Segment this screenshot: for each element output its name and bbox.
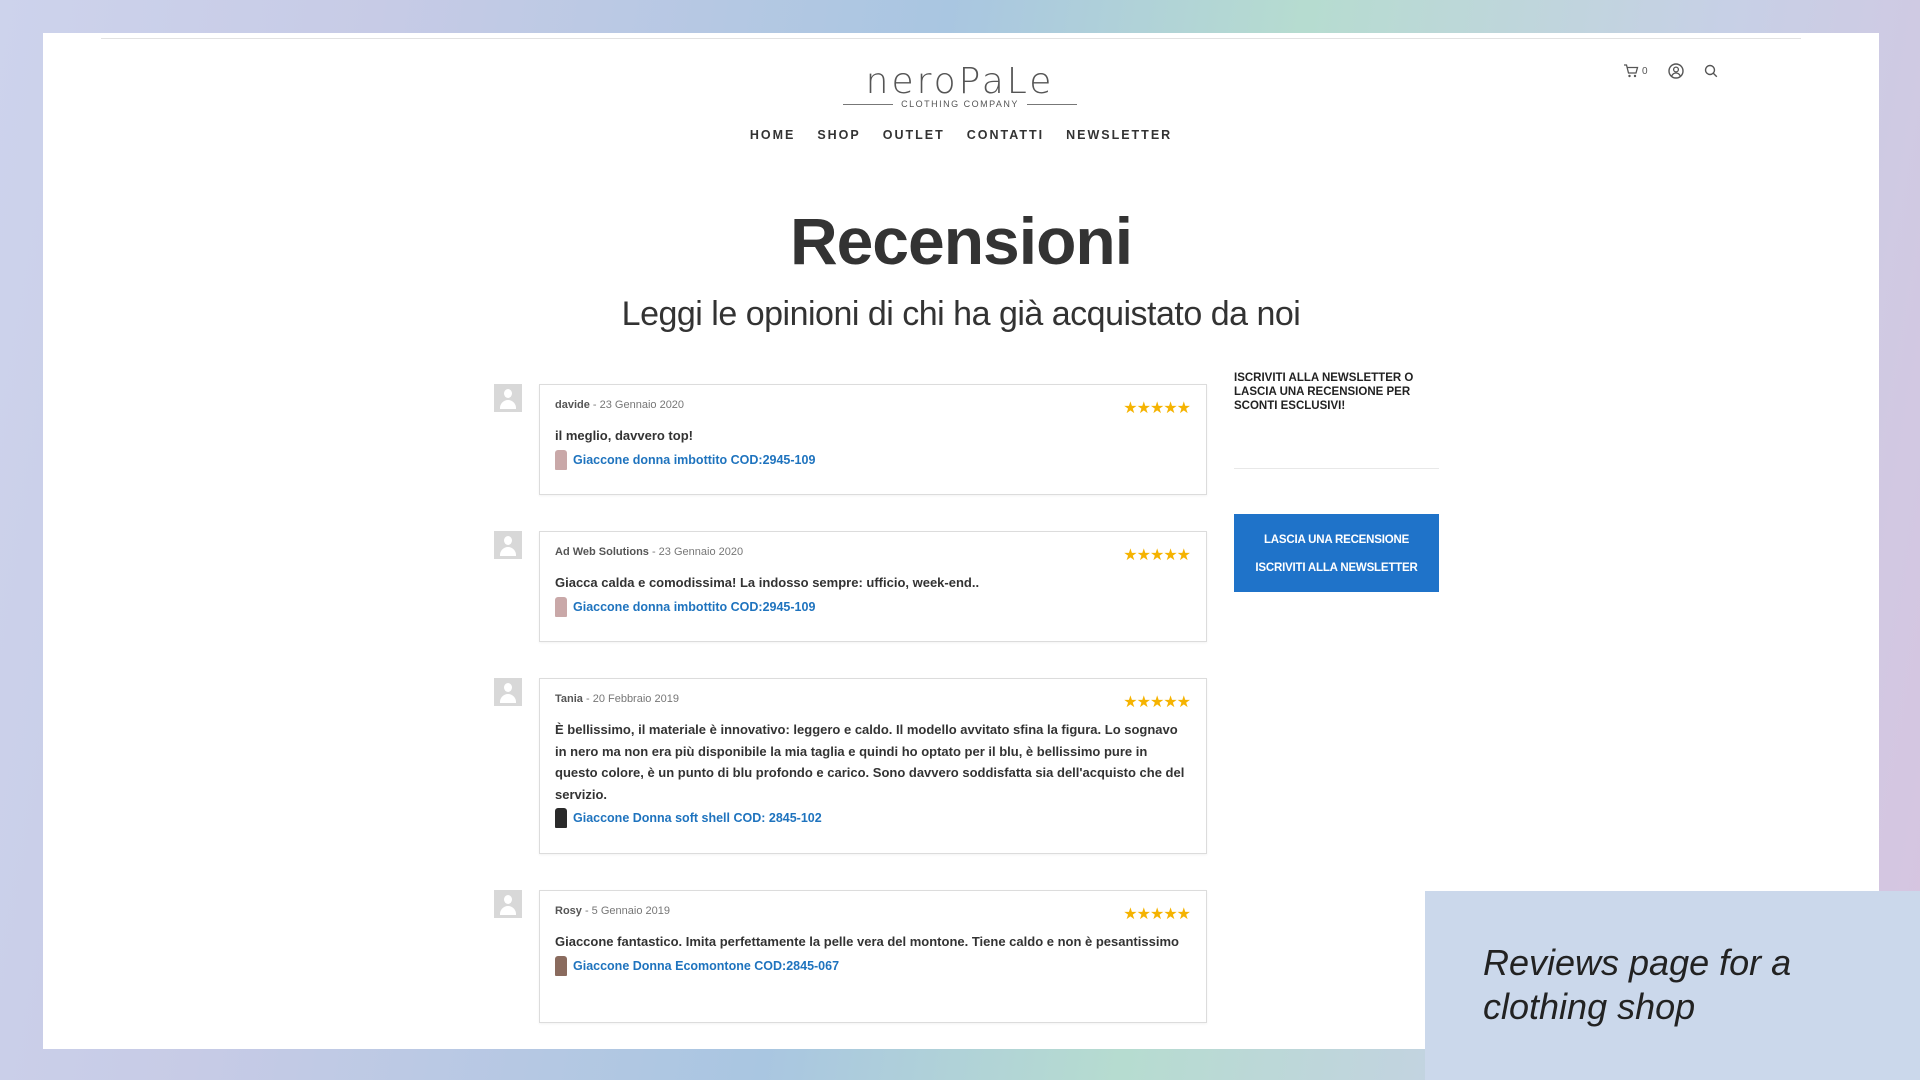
review-author: Rosy xyxy=(555,905,582,917)
review-author: davide xyxy=(555,399,590,411)
page-title: Recensioni xyxy=(789,204,1133,278)
review-text: Giaccone fantastico. Imita perfettamente… xyxy=(555,934,1179,949)
header-icons: 0 xyxy=(1623,63,1718,79)
product-thumbnail xyxy=(555,955,567,976)
logo-rule-left xyxy=(843,103,894,105)
nav-item-newsletter[interactable]: NEWSLETTER xyxy=(1066,128,1172,142)
review-product: Giaccone Donna soft shell COD: 2845-102 xyxy=(555,808,1191,828)
star-rating: ★★★★★ xyxy=(1123,906,1191,923)
review-card: Tania - 20 Febbraio 2019 ★★★★★ È belliss… xyxy=(539,678,1207,854)
nav-item-home[interactable]: HOME xyxy=(750,128,796,142)
review-meta: Rosy - 5 Gennaio 2019 xyxy=(555,905,1191,917)
caption-box: Reviews page for a clothing shop xyxy=(1425,891,1920,1080)
product-link[interactable]: Giaccone donna imbottito COD:2945-109 xyxy=(573,453,815,467)
review-text: il meglio, davvero top! xyxy=(555,428,693,443)
star-rating: ★★★★★ xyxy=(1123,694,1191,711)
avatar xyxy=(494,384,522,412)
avatar xyxy=(494,890,522,918)
review-date: - 20 Febbraio 2019 xyxy=(582,693,679,705)
review-author: Tania xyxy=(555,693,583,705)
search-icon xyxy=(1704,64,1717,78)
star-rating: ★★★★★ xyxy=(1123,547,1191,564)
logo-tagline-text: CLOTHING COMPANY xyxy=(901,99,1019,109)
avatar xyxy=(494,531,522,559)
account-icon xyxy=(1667,63,1684,79)
review-card: Ad Web Solutions - 23 Gennaio 2020 ★★★★★… xyxy=(539,531,1207,642)
sidebar: ISCRIVITI ALLA NEWSLETTER O LASCIA UNA R… xyxy=(1234,371,1439,592)
sidebar-promo-text: ISCRIVITI ALLA NEWSLETTER O LASCIA UNA R… xyxy=(1234,372,1414,412)
review-date: - 5 Gennaio 2019 xyxy=(581,905,670,917)
review-product: Giaccone Donna Ecomontone COD:2845-067 xyxy=(555,955,1191,976)
sidebar-cta-box: LASCIA UNA RECENSIONE ISCRIVITI ALLA NEW… xyxy=(1234,514,1439,592)
review-text: È bellissimo, il materiale è innovativo:… xyxy=(555,722,1185,802)
nav-item-shop[interactable]: SHOP xyxy=(817,128,860,142)
logo-wordmark: neroPaLe xyxy=(865,61,1055,102)
product-link[interactable]: Giaccone Donna Ecomontone COD:2845-067 xyxy=(573,959,839,973)
review-meta: Ad Web Solutions - 23 Gennaio 2020 xyxy=(555,546,1191,558)
review-author: Ad Web Solutions xyxy=(555,546,649,558)
sidebar-divider xyxy=(1234,468,1439,469)
product-thumbnail xyxy=(555,596,567,617)
avatar xyxy=(494,678,522,706)
product-link[interactable]: Giaccone Donna soft shell COD: 2845-102 xyxy=(573,811,822,825)
star-rating: ★★★★★ xyxy=(1123,400,1191,417)
review-meta: Tania - 20 Febbraio 2019 xyxy=(555,693,1191,705)
review-date: - 23 Gennaio 2020 xyxy=(648,546,744,558)
main-nav: HOME SHOP OUTLET CONTATTI NEWSLETTER xyxy=(43,128,1879,142)
cart-button[interactable]: 0 xyxy=(1623,64,1648,78)
nav-item-contatti[interactable]: CONTATTI xyxy=(967,128,1044,142)
page-subtitle: Leggi le opinioni di chi ha già acquista… xyxy=(621,295,1301,333)
review-product: Giaccone donna imbottito COD:2945-109 xyxy=(555,596,1191,617)
review-card: Rosy - 5 Gennaio 2019 ★★★★★ Giaccone fan… xyxy=(539,890,1207,1023)
caption-text: Reviews page for a clothing shop xyxy=(1483,942,1792,1027)
search-button[interactable] xyxy=(1704,64,1718,78)
review-date: - 23 Gennaio 2020 xyxy=(589,399,685,411)
nav-item-outlet[interactable]: OUTLET xyxy=(883,128,945,142)
product-link[interactable]: Giaccone donna imbottito COD:2945-109 xyxy=(573,600,815,614)
site-logo[interactable]: neroPaLe CLOTHING COMPANY xyxy=(840,63,1080,109)
logo-rule-right xyxy=(1026,103,1077,105)
review-card: davide - 23 Gennaio 2020 ★★★★★ il meglio… xyxy=(539,384,1207,495)
account-button[interactable] xyxy=(1667,63,1684,79)
leave-review-button[interactable]: LASCIA UNA RECENSIONE xyxy=(1234,526,1439,554)
review-text: Giacca calda e comodissima! La indosso s… xyxy=(555,575,980,590)
product-thumbnail xyxy=(555,808,567,828)
top-divider xyxy=(101,38,1801,39)
review-meta: davide - 23 Gennaio 2020 xyxy=(555,399,1191,411)
product-thumbnail xyxy=(555,449,567,470)
cart-count: 0 xyxy=(1642,65,1648,77)
review-product: Giaccone donna imbottito COD:2945-109 xyxy=(555,449,1191,470)
cart-icon xyxy=(1624,64,1639,78)
subscribe-newsletter-button[interactable]: ISCRIVITI ALLA NEWSLETTER xyxy=(1234,554,1439,582)
